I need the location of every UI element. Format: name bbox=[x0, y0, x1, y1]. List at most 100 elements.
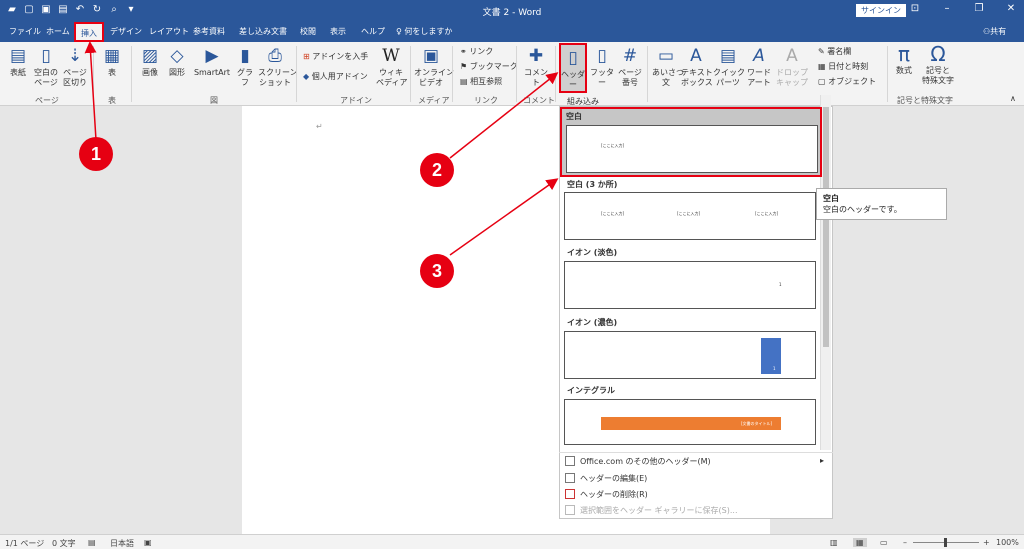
read-mode-icon[interactable]: ▥ bbox=[830, 538, 838, 547]
equation-button[interactable]: π 数式 bbox=[892, 44, 916, 76]
signature-line-button[interactable]: ✎ 署名欄 bbox=[818, 47, 851, 57]
office-icon bbox=[565, 456, 575, 466]
symbol-label: 記号と 特殊文字 bbox=[922, 66, 954, 85]
my-addins-button[interactable]: ◆ 個人用アドイン bbox=[303, 72, 368, 82]
bookmark-icon: ⚑ bbox=[460, 62, 470, 71]
footer-icon: ▯ bbox=[597, 46, 607, 66]
signature-icon: ✎ bbox=[818, 47, 828, 56]
menu-more-headers[interactable]: Office.com のその他のヘッダー(M) bbox=[580, 456, 711, 467]
tell-me-box[interactable]: ♀ 何をしますか bbox=[396, 26, 452, 37]
proofing-icon[interactable]: ▤ bbox=[88, 538, 96, 547]
minimize-icon[interactable]: – bbox=[940, 3, 954, 14]
macro-icon[interactable]: ▣ bbox=[144, 538, 152, 547]
menu-edit-header[interactable]: ヘッダーの編集(E) bbox=[580, 473, 647, 484]
language[interactable]: 日本語 bbox=[110, 538, 134, 549]
zoom-level[interactable]: 100% bbox=[996, 538, 1019, 547]
page-break-button[interactable]: ⇣ ページ 区切り bbox=[62, 46, 88, 88]
signin-button[interactable]: サインイン bbox=[856, 4, 906, 17]
shapes-button[interactable]: ◇ 図形 bbox=[166, 46, 188, 78]
greeting-icon: ▭ bbox=[657, 46, 675, 66]
dropcap-button[interactable]: A ドロップ キャップ bbox=[775, 46, 809, 88]
wordart-button[interactable]: A ワード アート bbox=[745, 46, 773, 88]
scroll-thumb[interactable] bbox=[823, 107, 829, 347]
symbol-button[interactable]: Ω 記号と 特殊文字 bbox=[918, 44, 958, 86]
gallery-item-ion-light[interactable]: 1 bbox=[564, 261, 816, 309]
group-separator bbox=[93, 46, 94, 102]
comment-button[interactable]: ✚ コメント bbox=[521, 46, 551, 88]
page-count[interactable]: 1/1 ページ bbox=[5, 538, 44, 549]
footer-label: フッター bbox=[590, 68, 614, 87]
gallery-item-integral[interactable]: [文書のタイトル] bbox=[564, 399, 816, 445]
group-addin-name: アドイン bbox=[340, 96, 372, 105]
dropcap-label: ドロップ キャップ bbox=[776, 68, 808, 87]
menu-delete-header[interactable]: ヘッダーの削除(R) bbox=[580, 489, 648, 500]
online-video-button[interactable]: ▣ オンライン ビデオ bbox=[414, 46, 454, 88]
smartart-button[interactable]: ▶ SmartArt bbox=[193, 46, 231, 78]
gallery-item-blank-3[interactable]: [ここに入力] [ここに入力] [ここに入力] bbox=[564, 192, 816, 240]
placeholder-text: [ここに入力] bbox=[601, 143, 625, 148]
close-icon[interactable]: ✕ bbox=[1004, 3, 1018, 14]
blank-page-button[interactable]: ▯ 空白の ページ bbox=[33, 46, 59, 88]
smartart-icon: ▶ bbox=[205, 46, 219, 66]
picture-button[interactable]: ▨ 画像 bbox=[139, 46, 161, 78]
title-bar: ▰ ▢ ▣ ▤ ↶ ↻ ⌕ ▾ 文書 2 - Word サインイン ⊡ – ❐ … bbox=[0, 0, 1024, 21]
gallery-item-blank[interactable]: 空白 [ここに入力] bbox=[560, 107, 822, 177]
ribbon-display-icon[interactable]: ⊡ bbox=[908, 3, 922, 14]
menu-save-selection[interactable]: 選択範囲をヘッダー ギャラリーに保存(S)... bbox=[580, 505, 738, 516]
page-break-label: ページ 区切り bbox=[63, 68, 87, 87]
wikipedia-icon: W bbox=[382, 46, 400, 66]
wikipedia-button[interactable]: W ウィキ ペディア bbox=[376, 46, 407, 88]
header-icon: ▯ bbox=[568, 48, 578, 68]
get-addins-button[interactable]: ⊞ アドインを入手 bbox=[303, 52, 368, 62]
table-button[interactable]: ▦ 表 bbox=[101, 46, 123, 78]
print-layout-icon[interactable]: ▦ bbox=[853, 538, 867, 547]
dropcap-icon: A bbox=[786, 46, 798, 66]
link-icon: ⚭ bbox=[460, 47, 470, 56]
zoom-out-icon[interactable]: – bbox=[903, 538, 907, 547]
textbox-button[interactable]: A テキスト ボックス bbox=[681, 46, 713, 88]
page-break-icon: ⇣ bbox=[67, 46, 83, 66]
crossref-label: 相互参照 bbox=[470, 77, 503, 86]
share-button[interactable]: ⚇共有 bbox=[983, 26, 1006, 37]
tab-design[interactable]: デザイン bbox=[110, 26, 142, 37]
cover-page-button[interactable]: ▤ 表紙 bbox=[7, 46, 29, 78]
object-button[interactable]: ▢ オブジェクト bbox=[818, 77, 876, 87]
greeting-button[interactable]: ▭ あいさつ 文 bbox=[652, 46, 684, 88]
word-count[interactable]: 0 文字 bbox=[52, 538, 76, 549]
chart-button[interactable]: ▮ グラフ bbox=[234, 46, 256, 88]
screenshot-button[interactable]: ⎙ スクリーン ショット bbox=[258, 46, 298, 88]
zoom-thumb[interactable] bbox=[944, 538, 947, 547]
textbox-icon: A bbox=[690, 46, 702, 66]
tab-mailings[interactable]: 差し込み文書 bbox=[239, 26, 287, 37]
tab-insert[interactable]: 挿入 bbox=[74, 22, 104, 42]
gallery-item-title: インテグラル bbox=[567, 386, 615, 395]
footer-button[interactable]: ▯ フッター bbox=[589, 46, 615, 88]
tab-review[interactable]: 校閲 bbox=[300, 26, 316, 37]
restore-icon[interactable]: ❐ bbox=[972, 3, 986, 14]
group-separator bbox=[887, 46, 888, 102]
submenu-arrow-icon: ▸ bbox=[820, 456, 825, 465]
menu-divider bbox=[559, 452, 833, 453]
tab-help[interactable]: ヘルプ bbox=[361, 26, 385, 37]
online-video-label: オンライン ビデオ bbox=[414, 68, 454, 87]
web-layout-icon[interactable]: ▭ bbox=[880, 538, 888, 547]
blank-page-label: 空白の ページ bbox=[34, 68, 58, 87]
header-button[interactable]: ▯ ヘッダー bbox=[559, 43, 587, 93]
page-number-button[interactable]: # ページ 番号 bbox=[617, 46, 643, 88]
get-addins-label: アドインを入手 bbox=[312, 52, 369, 61]
crossref-button[interactable]: ▤ 相互参照 bbox=[460, 77, 502, 87]
tab-references[interactable]: 参考資料 bbox=[193, 26, 225, 37]
datetime-button[interactable]: ▦ 日付と時刻 bbox=[818, 62, 868, 72]
collapse-ribbon-icon[interactable]: ∧ bbox=[1010, 94, 1016, 104]
link-button[interactable]: ⚭ リンク bbox=[460, 47, 493, 57]
quickparts-button[interactable]: ▤ クイック パーツ bbox=[713, 46, 745, 88]
tab-layout[interactable]: レイアウト bbox=[149, 26, 189, 37]
group-media-name: メディア bbox=[418, 96, 450, 105]
gallery-item-ion-dark[interactable]: 1 bbox=[564, 331, 816, 379]
shapes-label: 図形 bbox=[169, 68, 185, 77]
zoom-in-icon[interactable]: + bbox=[983, 538, 990, 547]
bookmark-button[interactable]: ⚑ ブックマーク bbox=[460, 62, 518, 72]
tab-file[interactable]: ファイル bbox=[9, 26, 41, 37]
tab-home[interactable]: ホーム bbox=[46, 26, 70, 37]
tab-view[interactable]: 表示 bbox=[330, 26, 346, 37]
